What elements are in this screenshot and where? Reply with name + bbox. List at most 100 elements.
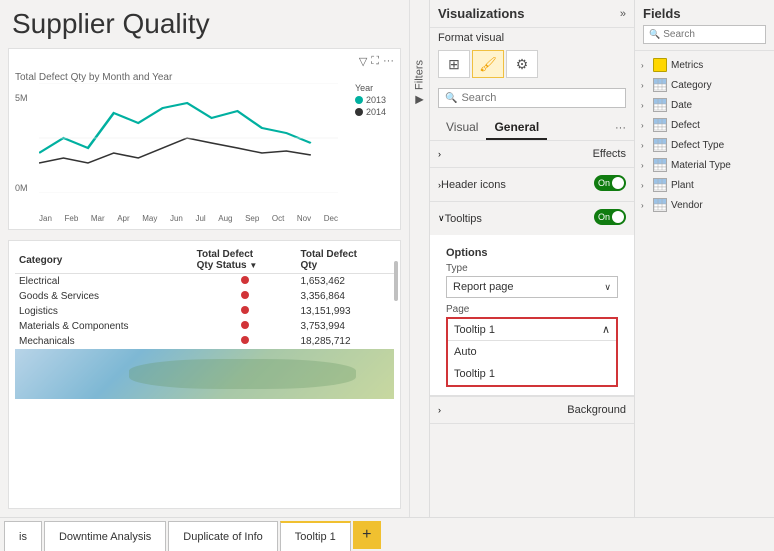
field-item-date[interactable]: › Date bbox=[635, 95, 774, 115]
grid-view-button[interactable]: ⊞ bbox=[438, 50, 470, 78]
tab-duplicate-info[interactable]: Duplicate of Info bbox=[168, 521, 278, 551]
plant-icon bbox=[653, 178, 667, 192]
fields-search-box[interactable]: 🔍 bbox=[643, 25, 766, 44]
page-selected-value: Tooltip 1 bbox=[454, 324, 495, 336]
format-visual-label: Format visual bbox=[430, 28, 634, 46]
tab-visual[interactable]: Visual bbox=[438, 116, 486, 140]
background-title: Background bbox=[567, 404, 626, 416]
defect-type-icon bbox=[653, 138, 667, 152]
chart-x-labels: JanFebMarAprMayJun JulAugSepOctNovDec bbox=[39, 214, 338, 223]
page-chevron-icon: ∧ bbox=[602, 323, 610, 336]
field-item-vendor[interactable]: › Vendor bbox=[635, 195, 774, 215]
col-category: Category bbox=[15, 247, 193, 274]
header-icons-header[interactable]: › Header icons On bbox=[430, 168, 634, 201]
legend-2013: 2013 bbox=[366, 95, 386, 105]
type-chevron-icon: ∨ bbox=[604, 282, 611, 293]
metrics-icon bbox=[653, 58, 667, 72]
field-item-material-type[interactable]: › Material Type bbox=[635, 155, 774, 175]
field-item-defect[interactable]: › Defect bbox=[635, 115, 774, 135]
filters-label: ◀ Filters bbox=[413, 60, 426, 107]
report-title: Supplier Quality bbox=[8, 8, 401, 40]
table-row: Goods & Services 3,356,864 bbox=[15, 289, 394, 304]
chart-widget: ▽ ⛶ ··· Total Defect Qty by Month and Ye… bbox=[8, 48, 401, 230]
tab-downtime-analysis[interactable]: Downtime Analysis bbox=[44, 521, 166, 551]
tab-add-button[interactable]: + bbox=[353, 521, 381, 549]
map-visual bbox=[15, 349, 394, 399]
table-widget: Category Total DefectQty Status ▼ Total … bbox=[8, 240, 401, 509]
header-icons-title: Header icons bbox=[441, 179, 506, 191]
viz-search-box[interactable]: 🔍 bbox=[438, 88, 626, 108]
tab-more[interactable]: ··· bbox=[615, 122, 626, 134]
vendor-icon bbox=[653, 198, 667, 212]
filter-arrow-icon: ◀ bbox=[413, 94, 426, 107]
grid-icon: ⊞ bbox=[448, 56, 460, 73]
tab-tooltip1-label: Tooltip 1 bbox=[295, 531, 336, 543]
scroll-indicator[interactable] bbox=[394, 261, 398, 508]
col-status: Total DefectQty Status ▼ bbox=[193, 247, 297, 274]
table-row: Logistics 13,151,993 bbox=[15, 304, 394, 319]
field-name-material-type: Material Type bbox=[671, 160, 768, 171]
expand-icon[interactable]: ⛶ bbox=[371, 55, 379, 68]
viz-content: › Effects › Header icons On bbox=[430, 141, 634, 517]
viz-search-input[interactable] bbox=[461, 92, 619, 104]
chart-header: ▽ ⛶ ··· bbox=[15, 55, 394, 68]
background-header[interactable]: › Background bbox=[430, 397, 634, 423]
field-item-plant[interactable]: › Plant bbox=[635, 175, 774, 195]
page-option-tooltip1[interactable]: Tooltip 1 bbox=[448, 363, 616, 385]
field-item-defect-type[interactable]: › Defect Type bbox=[635, 135, 774, 155]
header-icons-section: › Header icons On bbox=[430, 168, 634, 202]
page-option-auto[interactable]: Auto bbox=[448, 341, 616, 363]
viz-tabs: Visual General ··· bbox=[430, 112, 634, 141]
field-name-plant: Plant bbox=[671, 180, 768, 191]
category-expand-icon: › bbox=[641, 81, 649, 90]
defect-type-expand-icon: › bbox=[641, 141, 649, 150]
col-qty: Total DefectQty bbox=[296, 247, 394, 274]
effects-chevron-icon: › bbox=[438, 149, 441, 159]
defect-icon bbox=[653, 118, 667, 132]
search-icon: 🔍 bbox=[445, 93, 457, 104]
report-area: Supplier Quality ▽ ⛶ ··· Total Defect Qt… bbox=[0, 0, 409, 517]
page-dropdown-header[interactable]: Tooltip 1 ∧ bbox=[448, 319, 616, 341]
more-icon[interactable]: ··· bbox=[383, 55, 394, 68]
viz-expand-icon[interactable]: » bbox=[620, 8, 626, 20]
fields-search-input[interactable] bbox=[663, 29, 774, 40]
tooltips-section: ∨ Tooltips On Options Type Report page bbox=[430, 202, 634, 396]
filters-panel[interactable]: ◀ Filters bbox=[409, 0, 429, 517]
page-label: Page bbox=[446, 304, 618, 315]
type-dropdown[interactable]: Report page ∨ bbox=[446, 276, 618, 298]
viz-header: Visualizations » bbox=[430, 0, 634, 28]
paint-button[interactable]: 🖌 bbox=[472, 50, 504, 78]
filter-icon[interactable]: ▽ bbox=[359, 55, 367, 68]
field-item-category[interactable]: › Category bbox=[635, 75, 774, 95]
tab-is[interactable]: is bbox=[4, 521, 42, 551]
tooltips-toggle[interactable]: On bbox=[594, 209, 626, 228]
visualizations-panel: Visualizations » Format visual ⊞ 🖌 ⚙ 🔍 V… bbox=[429, 0, 634, 517]
chart-legend: Year 2013 2014 bbox=[355, 83, 386, 119]
effects-header[interactable]: › Effects bbox=[430, 141, 634, 167]
field-item-metrics[interactable]: › Metrics bbox=[635, 55, 774, 75]
viz-icons-row: ⊞ 🖌 ⚙ bbox=[430, 46, 634, 84]
background-chevron-icon: › bbox=[438, 405, 441, 415]
paint-icon: 🖌 bbox=[479, 56, 497, 73]
vendor-expand-icon: › bbox=[641, 201, 649, 210]
header-icons-toggle[interactable]: On bbox=[594, 175, 626, 194]
tooltips-toggle-label: On bbox=[598, 212, 610, 222]
chart-y-labels: 5M 0M bbox=[15, 93, 28, 193]
material-type-icon bbox=[653, 158, 667, 172]
tooltips-header[interactable]: ∨ Tooltips On bbox=[430, 202, 634, 235]
field-name-metrics: Metrics bbox=[671, 60, 768, 71]
options-title: Options bbox=[446, 247, 618, 259]
type-value: Report page bbox=[453, 281, 514, 293]
table-row: Materials & Components 3,753,994 bbox=[15, 319, 394, 334]
page-dropdown[interactable]: Tooltip 1 ∧ Auto Tooltip 1 bbox=[446, 317, 618, 387]
material-type-expand-icon: › bbox=[641, 161, 649, 170]
tab-general[interactable]: General bbox=[486, 116, 547, 140]
tab-tooltip1[interactable]: Tooltip 1 bbox=[280, 521, 351, 551]
fields-panel: Fields 🔍 › Metrics › Category › bbox=[634, 0, 774, 517]
effects-title: Effects bbox=[593, 148, 626, 160]
tab-bar: is Downtime Analysis Duplicate of Info T… bbox=[0, 517, 774, 551]
fields-list: › Metrics › Category › Date › bbox=[635, 51, 774, 517]
background-section: › Background bbox=[430, 396, 634, 424]
add-tab-icon: + bbox=[362, 526, 371, 544]
analytics-button[interactable]: ⚙ bbox=[506, 50, 538, 78]
